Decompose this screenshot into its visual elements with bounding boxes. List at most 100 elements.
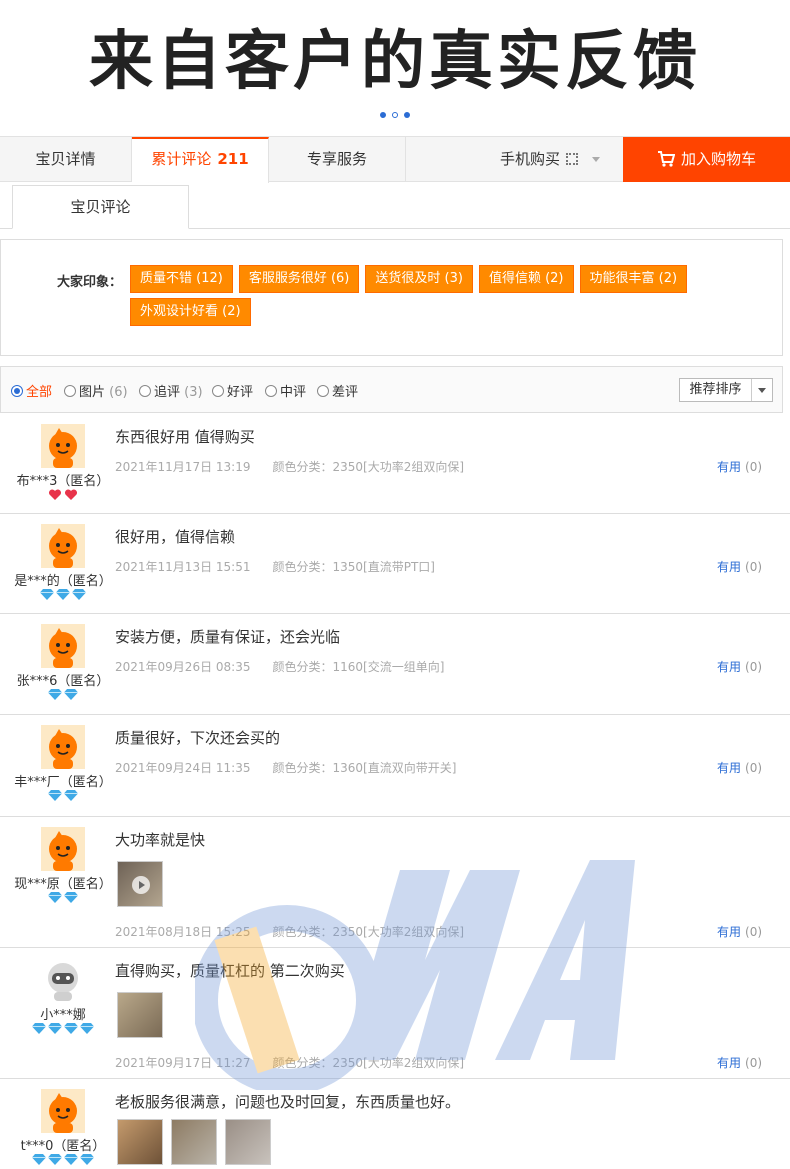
impression-tag[interactable]: 客服服务很好 (6) (238, 265, 360, 293)
useful-count: (0) (745, 560, 763, 574)
reviewer-name: 小***娜 (40, 1008, 86, 1023)
review-item: 布***3（匿名） 东西很好用 值得购买 2021年11月17日 13:19 颜色分类… (0, 414, 790, 514)
filter-images[interactable]: 图片 (6) (64, 381, 128, 400)
useful-label: 有用 (717, 1056, 742, 1070)
reviewer-name: 现***原（匿名） (14, 877, 112, 892)
radio[interactable] (212, 385, 224, 397)
avatar-wrap[interactable] (0, 827, 126, 871)
useful-label: 有用 (717, 660, 742, 674)
avatar (41, 424, 85, 468)
filter-neutral[interactable]: 中评 (265, 381, 306, 400)
avatar-wrap[interactable] (0, 725, 126, 769)
tab-reviews[interactable]: 累计评论 211 (132, 137, 269, 183)
impression-tag[interactable]: 外观设计好看 (2) (130, 298, 251, 326)
review-date: 2021年11月17日 13:19 (115, 460, 251, 474)
avatar-wrap[interactable] (0, 1089, 126, 1133)
review-item: 丰***厂（匿名） 质量很好，下次还会买的 2021年09月24日 11:35 颜色分… (0, 715, 790, 817)
page-title: 来自客户的真实反馈 (89, 25, 701, 99)
review-meta: 2021年09月26日 08:35 颜色分类：1160[交流一组单向] (115, 658, 444, 675)
filter-followup[interactable]: 追评 (3) (139, 381, 203, 400)
tab-product-reviews[interactable]: 宝贝评论 (12, 185, 189, 229)
carousel-dots (0, 112, 790, 118)
chevron-down-icon (758, 388, 766, 393)
carousel-dot[interactable] (380, 112, 386, 118)
filter-label: 差评 (332, 385, 359, 400)
filter-label: 全部 (26, 385, 53, 400)
useful-button[interactable]: 有用 (0) (717, 558, 762, 575)
diamond-icon (48, 790, 62, 801)
review-meta: 2021年11月13日 15:51 颜色分类：1350[直流带PT口] (115, 558, 435, 575)
review-item: 现***原（匿名） 大功率就是快 2021年08月18日 15:25 颜色分类：235… (0, 817, 790, 948)
radio[interactable] (265, 385, 277, 397)
review-photos (117, 861, 171, 907)
useful-button[interactable]: 有用 (0) (717, 923, 762, 940)
diamond-icon (64, 892, 78, 903)
review-photo[interactable] (171, 1119, 217, 1165)
mobile-purchase[interactable]: 手机购买 (406, 137, 622, 182)
radio[interactable] (317, 385, 329, 397)
filter-count: (3) (184, 385, 203, 400)
avatar-wrap[interactable] (0, 524, 126, 568)
tab-exclusive-service[interactable]: 专享服务 (269, 137, 406, 182)
carousel-dot[interactable] (392, 112, 398, 118)
review-sku: 颜色分类：1360[直流双向带开关] (272, 761, 457, 775)
review-list: 布***3（匿名） 东西很好用 值得购买 2021年11月17日 13:19 颜色分类… (0, 414, 790, 1169)
review-photo[interactable] (117, 861, 163, 907)
impression-tag[interactable]: 送货很及时 (3) (365, 265, 473, 293)
useful-button[interactable]: 有用 (0) (717, 458, 762, 475)
tab-product-details[interactable]: 宝贝详情 (0, 137, 132, 182)
avatar-wrap[interactable] (0, 624, 126, 668)
diamond-icon (48, 1023, 62, 1034)
review-sku: 颜色分类：1350[直流带PT口] (272, 560, 435, 574)
avatar-wrap[interactable] (0, 424, 126, 468)
useful-button[interactable]: 有用 (0) (717, 1054, 762, 1071)
impression-tag[interactable]: 质量不错 (12) (130, 265, 233, 293)
impression-tag[interactable]: 功能很丰富 (2) (579, 265, 688, 293)
radio-checked[interactable] (11, 385, 23, 397)
sort-select[interactable]: 推荐排序 (679, 378, 773, 402)
reviewer-name: 是***的（匿名） (14, 574, 112, 589)
tab-label: 累计评论 (151, 150, 212, 168)
hero-banner: 来自客户的真实反馈 (0, 0, 790, 130)
useful-button[interactable]: 有用 (0) (717, 658, 762, 675)
review-meta: 2021年09月24日 11:35 颜色分类：1360[直流双向带开关] (115, 759, 456, 776)
review-meta: 2021年08月18日 15:25 颜色分类：2350[大功率2组双向保] (115, 923, 464, 940)
review-sku: 颜色分类：1160[交流一组单向] (272, 660, 445, 674)
radio[interactable] (139, 385, 151, 397)
review-date: 2021年11月13日 15:51 (115, 560, 251, 574)
qr-code-icon (566, 153, 578, 165)
review-text: 质量很好，下次还会买的 (115, 729, 281, 747)
heart-icon (64, 489, 78, 500)
filter-label: 图片 (79, 385, 106, 400)
diamond-icon (72, 589, 86, 600)
radio[interactable] (64, 385, 76, 397)
avatar-wrap[interactable] (0, 958, 126, 1002)
cart-icon (657, 151, 675, 167)
review-meta: 2021年11月17日 13:19 颜色分类：2350[大功率2组双向保] (115, 458, 464, 475)
filter-all[interactable]: 全部 (11, 381, 52, 400)
review-sku: 颜色分类：2350[大功率2组双向保] (272, 460, 465, 474)
review-photo[interactable] (117, 992, 163, 1038)
add-to-cart-button[interactable]: 加入购物车 (623, 137, 790, 182)
filter-negative[interactable]: 差评 (317, 381, 358, 400)
reviewer-name: 布***3（匿名） (16, 474, 110, 489)
impression-tags: 质量不错 (12) 客服服务很好 (6) 送货很及时 (3) 值得信赖 (2) 功能很丰… (130, 265, 730, 331)
impressions-label: 大家印象： (57, 275, 123, 290)
diamond-icon (40, 589, 54, 600)
avatar (41, 624, 85, 668)
review-photos (117, 1119, 279, 1165)
review-photo[interactable] (117, 1119, 163, 1165)
reviewer-badge (0, 489, 126, 501)
tab-label: 宝贝详情 (35, 150, 96, 168)
chevron-down-icon (592, 157, 600, 162)
diamond-icon (48, 689, 62, 700)
useful-count: (0) (745, 1056, 763, 1070)
impressions-panel: 大家印象： 质量不错 (12) 客服服务很好 (6) 送货很及时 (3) 值得信赖 (… (0, 239, 783, 356)
carousel-dot[interactable] (404, 112, 410, 118)
impression-tag[interactable]: 值得信赖 (2) (478, 265, 574, 293)
reviewer-badge (0, 1023, 126, 1034)
filter-positive[interactable]: 好评 (212, 381, 253, 400)
filter-label: 好评 (227, 385, 254, 400)
useful-button[interactable]: 有用 (0) (717, 759, 762, 776)
review-photo[interactable] (225, 1119, 271, 1165)
